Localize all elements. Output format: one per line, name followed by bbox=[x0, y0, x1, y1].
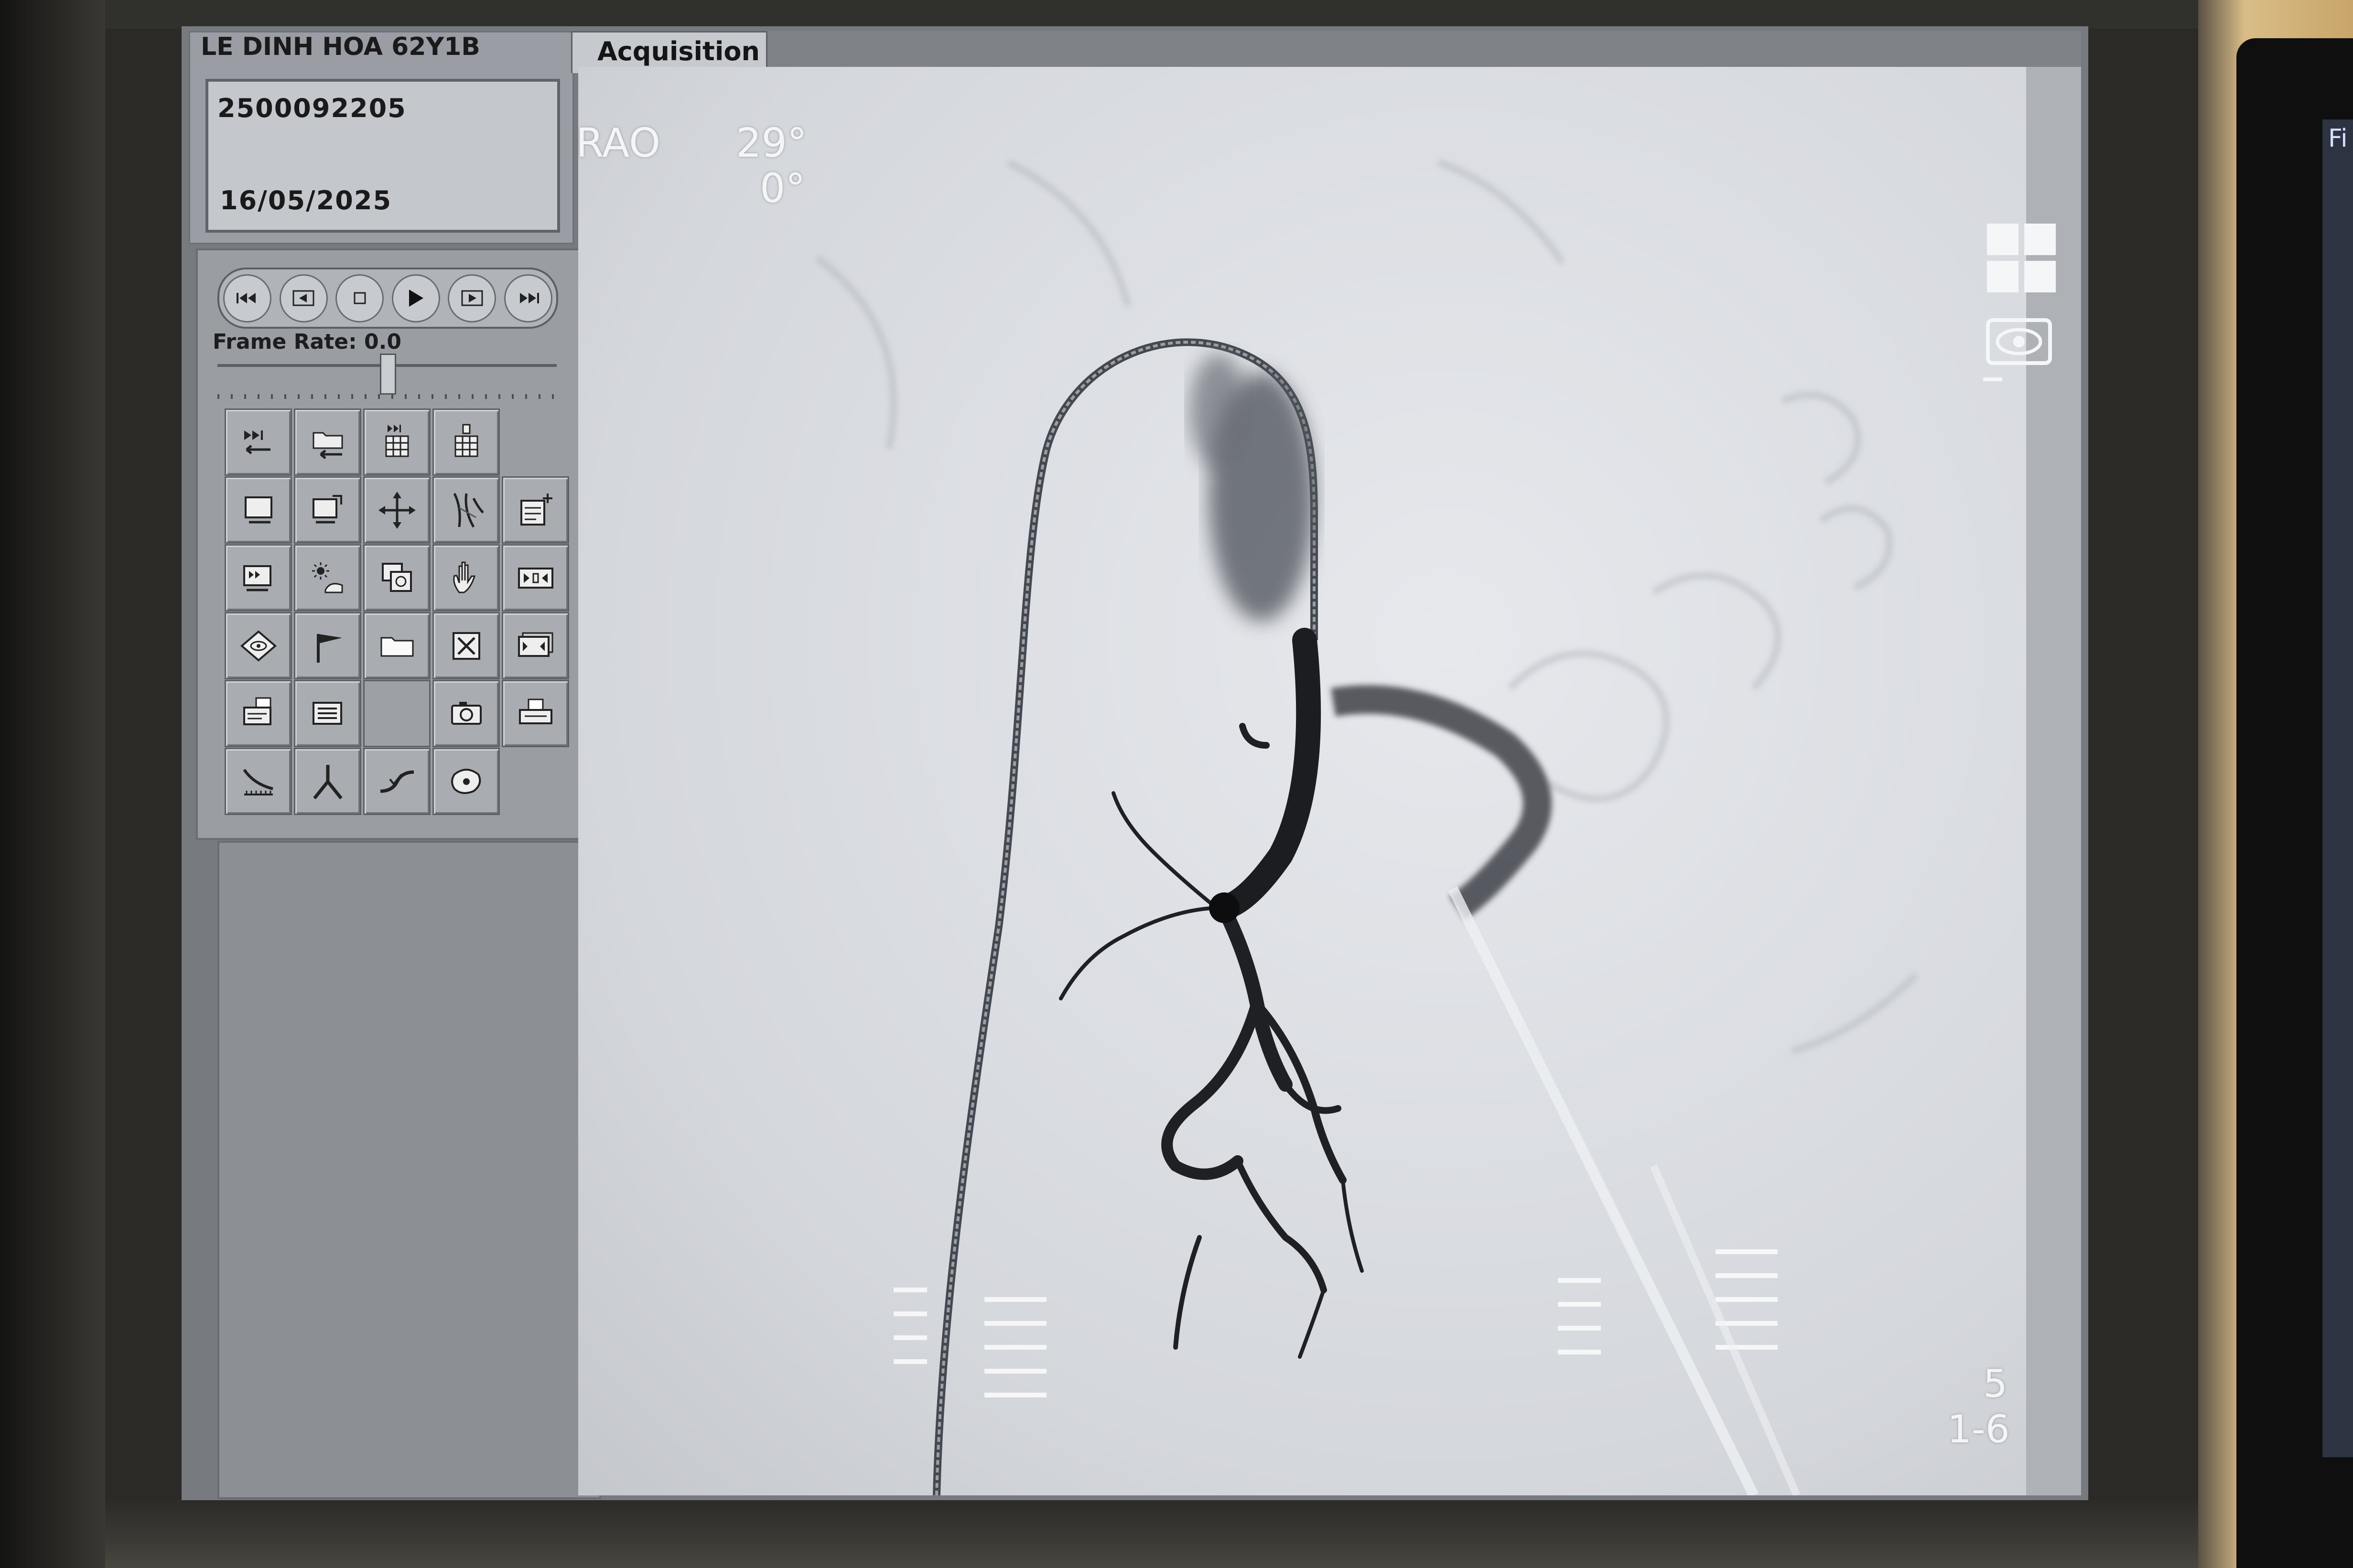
stop-icon bbox=[354, 292, 366, 304]
play-icon bbox=[409, 290, 424, 307]
run-grid-button[interactable] bbox=[363, 408, 431, 476]
print-report-icon bbox=[243, 697, 271, 725]
frame-range: 1-6 bbox=[1947, 1407, 2010, 1451]
move-arrows-icon bbox=[378, 491, 416, 529]
single-image-icon bbox=[244, 496, 272, 523]
vessel-analysis-icon bbox=[453, 493, 484, 527]
step-back-icon bbox=[292, 290, 314, 306]
stenosis-button[interactable] bbox=[363, 748, 431, 815]
remask-icon bbox=[381, 562, 412, 592]
subtraction-run-icon bbox=[243, 565, 271, 591]
frame-rate-slider-ticks bbox=[217, 394, 557, 399]
replay-run-button[interactable] bbox=[225, 408, 292, 476]
primary-angle: 29° bbox=[736, 119, 807, 166]
flag-mark-button[interactable] bbox=[294, 612, 361, 679]
brightness-contrast-button[interactable] bbox=[294, 544, 361, 612]
single-image-button[interactable] bbox=[225, 476, 292, 544]
pan-move-button[interactable] bbox=[363, 476, 431, 544]
frame-rate-slider-thumb[interactable] bbox=[380, 354, 396, 395]
patient-name: LE DINH HOA 62Y1B bbox=[201, 32, 480, 61]
copy-image-icon bbox=[312, 494, 342, 523]
angiogram-image bbox=[815, 159, 1919, 1495]
camera-icon bbox=[451, 701, 482, 725]
play-button[interactable] bbox=[391, 274, 440, 322]
printer-icon bbox=[518, 698, 552, 724]
frame-number: 5 bbox=[1983, 1362, 2008, 1406]
open-folder-button[interactable] bbox=[363, 612, 431, 679]
stenosis-icon bbox=[380, 770, 414, 793]
skip-to-end-icon bbox=[520, 293, 540, 303]
tab-acquisition-label: Acquisition bbox=[597, 36, 760, 66]
copy-image-button[interactable] bbox=[294, 476, 361, 544]
angiogram-image-viewport[interactable] bbox=[578, 67, 2026, 1495]
folder-arrow-icon bbox=[313, 432, 343, 459]
first-frame-button[interactable] bbox=[223, 274, 272, 322]
snapshot-camera-button[interactable] bbox=[432, 680, 500, 747]
playback-controls bbox=[217, 268, 558, 329]
vessel-analysis-button[interactable] bbox=[432, 476, 500, 544]
close-icon bbox=[452, 632, 480, 660]
grid-layout-icon bbox=[1987, 224, 2056, 292]
flip-eye-icon bbox=[240, 630, 277, 662]
flip-rotate-button[interactable] bbox=[225, 612, 292, 679]
second-monitor-text: Fi bbox=[2328, 124, 2348, 153]
hand-roi-button[interactable] bbox=[432, 544, 500, 612]
list-icon bbox=[312, 701, 342, 725]
load-folder-button[interactable] bbox=[294, 408, 361, 476]
flag-icon bbox=[316, 634, 342, 663]
previous-frame-button[interactable] bbox=[279, 274, 328, 322]
second-monitor-screen bbox=[2322, 119, 2353, 1457]
sun-hand-icon bbox=[312, 562, 343, 593]
add-to-sheet-button[interactable] bbox=[502, 476, 569, 544]
eye-monitor-icon bbox=[1983, 318, 2052, 381]
last-frame-button[interactable] bbox=[504, 274, 552, 322]
step-forward-icon bbox=[461, 290, 483, 306]
zoom-fit-button[interactable] bbox=[502, 544, 569, 612]
remask-button[interactable] bbox=[363, 544, 431, 612]
frame-rate-label: Frame Rate: 0.0 bbox=[213, 330, 401, 354]
projection-label: RAO bbox=[576, 119, 661, 166]
monitor-bezel-bottom bbox=[105, 1500, 2198, 1568]
folder-icon bbox=[380, 637, 413, 656]
tab-bar bbox=[571, 31, 2081, 69]
next-frame-button[interactable] bbox=[448, 274, 497, 322]
study-date: 16/05/2025 bbox=[220, 185, 392, 215]
monitor-bezel-top bbox=[105, 0, 2198, 29]
bifurcation-button[interactable] bbox=[294, 748, 361, 815]
hand-icon bbox=[453, 561, 475, 593]
layout-grid-button[interactable] bbox=[1983, 220, 2060, 296]
lower-empty-panel bbox=[217, 841, 601, 1499]
monitor-bezel-left bbox=[0, 0, 105, 1568]
quantitative-analysis-button[interactable] bbox=[225, 748, 292, 815]
skip-to-start-icon bbox=[236, 293, 256, 303]
print-report-button[interactable] bbox=[225, 680, 292, 747]
series-grid-button[interactable] bbox=[432, 408, 500, 476]
fit-window-stack-icon bbox=[518, 632, 553, 657]
stop-button[interactable] bbox=[335, 274, 384, 322]
image-list-button[interactable] bbox=[294, 680, 361, 747]
fit-window-icon bbox=[518, 567, 553, 589]
patient-id: 2500092205 bbox=[217, 93, 407, 123]
empty-tool-slot bbox=[363, 680, 431, 747]
replay-run-icon bbox=[244, 430, 270, 454]
measure-vessel-icon bbox=[243, 768, 273, 795]
series-grid-icon bbox=[454, 424, 478, 457]
bifurcation-icon bbox=[313, 764, 343, 799]
landmark-button[interactable] bbox=[432, 748, 500, 815]
close-delete-button[interactable] bbox=[432, 612, 500, 679]
run-grid-icon bbox=[385, 424, 409, 457]
tool-grid bbox=[225, 408, 569, 815]
landmark-icon bbox=[451, 768, 481, 794]
subtraction-run-button[interactable] bbox=[225, 544, 292, 612]
view-toggle-button[interactable] bbox=[1978, 311, 2060, 392]
add-to-sheet-icon bbox=[520, 493, 552, 526]
zoom-fit-alt-button[interactable] bbox=[502, 612, 569, 679]
secondary-angle: 0° bbox=[760, 165, 806, 212]
print-layout-button[interactable] bbox=[502, 680, 569, 747]
